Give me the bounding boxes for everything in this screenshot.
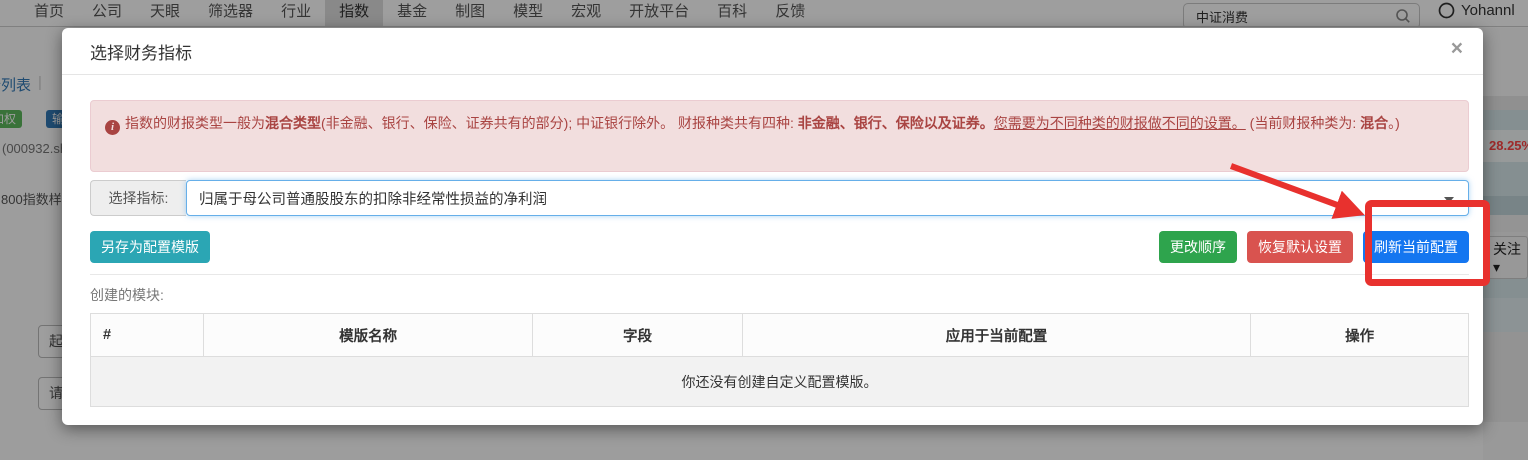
alert-text: 指数的财报类型一般为混合类型(非金融、银行、保险、证券共有的部分); 中证银行除…	[125, 115, 1400, 131]
created-modules-label: 创建的模块:	[90, 287, 164, 303]
restore-defaults-button[interactable]: 恢复默认设置	[1247, 231, 1353, 263]
info-icon: i	[105, 120, 120, 135]
screen: 首页 公司 天眼 筛选器 行业 指数 基金 制图 模型 宏观 开放平台 百科 反馈 中证消费 Yohan…	[0, 0, 1528, 460]
alert-segment: 。)	[1388, 115, 1400, 131]
indicator-selected-value: 归属于母公司普通股股东的扣除非经常性损益的净利润	[199, 191, 547, 208]
action-buttons-row: 另存为配置模版 更改顺序 恢复默认设置 刷新当前配置	[90, 231, 1469, 263]
table-empty-row: 你还没有创建自定义配置模版。	[90, 356, 1469, 407]
indicator-select[interactable]: 归属于母公司普通股股东的扣除非经常性损益的净利润	[186, 180, 1469, 216]
alert-segment: 指数的财报类型一般为	[125, 115, 265, 131]
alert-segment: (当前财报种类为:	[1245, 115, 1361, 131]
right-button-group: 更改顺序 恢复默认设置 刷新当前配置	[1159, 231, 1469, 263]
col-header-template-name: 模版名称	[202, 313, 534, 357]
col-header-index: #	[90, 313, 204, 357]
empty-state-text: 你还没有创建自定义配置模版。	[90, 356, 1469, 407]
report-type-alert: i 指数的财报类型一般为混合类型(非金融、银行、保险、证券共有的部分); 中证银行…	[90, 100, 1469, 172]
dialog-title: 选择财务指标	[90, 43, 192, 63]
divider	[90, 274, 1469, 275]
save-as-template-button[interactable]: 另存为配置模版	[90, 231, 210, 263]
refresh-config-button[interactable]: 刷新当前配置	[1363, 231, 1469, 263]
indicator-select-row: 选择指标: 归属于母公司普通股股东的扣除非经常性损益的净利润	[90, 180, 1469, 216]
alert-segment: 混合类型	[265, 115, 321, 131]
dialog-body: i 指数的财报类型一般为混合类型(非金融、银行、保险、证券共有的部分); 中证银行…	[62, 75, 1483, 407]
select-financial-indicator-dialog: 选择财务指标 × i 指数的财报类型一般为混合类型(非金融、银行、保险、证券共有的…	[62, 28, 1483, 425]
templates-table: # 模版名称 字段 应用于当前配置 操作 你还没有创建自定义配置模版。	[90, 313, 1469, 407]
col-header-actions: 操作	[1250, 313, 1469, 357]
alert-segment[interactable]: 您需要为不同种类的财报做不同的设置。	[994, 115, 1246, 131]
col-header-applied: 应用于当前配置	[741, 313, 1252, 357]
close-icon[interactable]: ×	[1451, 38, 1463, 59]
dialog-header: 选择财务指标 ×	[62, 28, 1483, 75]
alert-segment: (非金融、银行、保险、证券共有的部分); 中证银行除外。 财报种类共有四种:	[321, 115, 798, 131]
table-header-row: # 模版名称 字段 应用于当前配置 操作	[90, 313, 1469, 357]
alert-segment: 混合	[1360, 115, 1389, 131]
alert-segment: 非金融、银行、保险以及证券。	[797, 115, 994, 131]
chevron-down-icon	[1444, 197, 1454, 203]
select-indicator-label: 选择指标:	[90, 180, 186, 216]
change-order-button[interactable]: 更改顺序	[1159, 231, 1237, 263]
col-header-fields: 字段	[532, 313, 743, 357]
